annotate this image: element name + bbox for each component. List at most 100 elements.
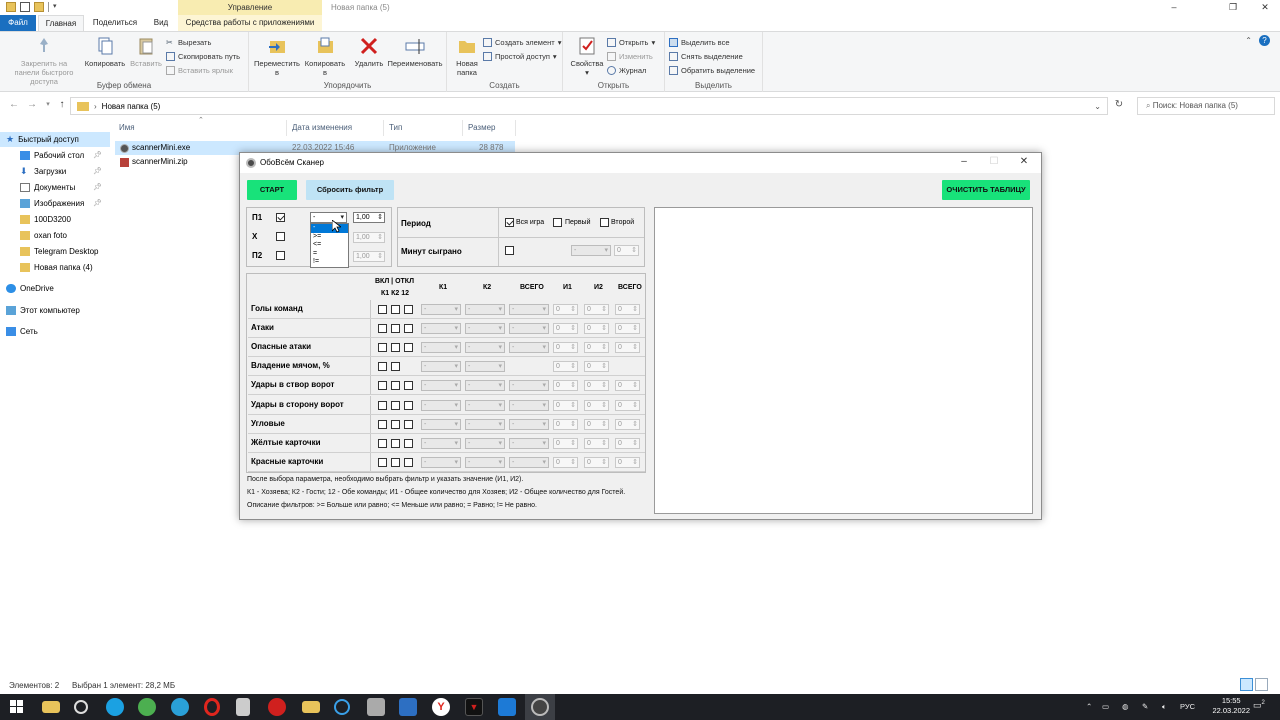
stat-filter-select[interactable]: - xyxy=(509,323,549,335)
stat-value-spinner[interactable]: 0 xyxy=(615,304,640,315)
stat-value-spinner[interactable]: 0 xyxy=(584,456,609,468)
stat-filter-select[interactable]: - xyxy=(509,342,549,354)
clear-table-button[interactable]: ОЧИСТИТЬ ТАБЛИЦУ xyxy=(942,180,1030,200)
stat-filter-select[interactable]: - xyxy=(421,437,461,449)
invert-selection-button[interactable]: Обратить выделение xyxy=(669,66,755,75)
telegram-icon[interactable] xyxy=(171,698,189,716)
open-button[interactable]: Открыть ▾ xyxy=(607,38,655,47)
tab-home[interactable]: Главная xyxy=(38,15,84,31)
edit-button[interactable]: Изменить xyxy=(607,52,653,61)
stat-value-spinner[interactable]: 0 xyxy=(584,361,609,373)
tab-view[interactable]: Вид xyxy=(146,15,176,31)
stat-toggle-checkbox[interactable] xyxy=(391,419,400,429)
stat-value-spinner[interactable]: 0 xyxy=(584,380,609,392)
stat-filter-select[interactable]: - xyxy=(421,380,461,392)
dropdown-option[interactable]: - xyxy=(311,224,348,233)
stat-toggle-checkbox[interactable] xyxy=(378,381,387,391)
stat-toggle-checkbox[interactable] xyxy=(378,324,387,334)
stat-toggle-checkbox[interactable] xyxy=(391,438,400,448)
outcome-value-p1[interactable]: 1,00 xyxy=(353,212,385,223)
stat-filter-select[interactable]: - xyxy=(465,380,505,392)
easy-access-button[interactable]: Простой доступ ▾ xyxy=(483,52,557,61)
pen-tray-icon[interactable]: ✎ xyxy=(1142,702,1148,711)
paste-button[interactable]: Вставить xyxy=(128,36,164,68)
stat-value-spinner[interactable]: 0 xyxy=(584,342,609,354)
stat-value-spinner[interactable]: 0 xyxy=(584,323,609,335)
stat-value-spinner[interactable]: 0 xyxy=(615,380,640,392)
period-checkbox-first[interactable] xyxy=(553,218,562,227)
stat-filter-select[interactable]: - xyxy=(465,361,505,373)
stat-value-spinner[interactable]: 0 xyxy=(615,342,640,354)
stat-toggle-checkbox[interactable] xyxy=(404,400,413,410)
dropdown-option[interactable]: = xyxy=(311,250,348,259)
minutes-value[interactable]: 0 xyxy=(614,245,639,256)
stat-toggle-checkbox[interactable] xyxy=(378,419,387,429)
recent-locations-icon[interactable]: ▾ xyxy=(42,99,54,111)
properties-icon[interactable] xyxy=(20,2,30,12)
collapse-ribbon-icon[interactable]: ⌃ xyxy=(1245,36,1252,45)
dropdown-option[interactable]: != xyxy=(311,258,348,267)
stat-filter-select[interactable]: - xyxy=(421,418,461,430)
stat-toggle-checkbox[interactable] xyxy=(404,457,413,467)
opera-icon[interactable] xyxy=(204,698,220,716)
search-taskbar-icon[interactable] xyxy=(74,700,88,714)
yandex-icon[interactable]: Y xyxy=(432,698,450,716)
stat-value-spinner[interactable]: 0 xyxy=(553,456,578,468)
stat-value-spinner[interactable]: 0 xyxy=(553,304,578,315)
stat-filter-select[interactable]: - xyxy=(421,323,461,335)
stat-toggle-checkbox[interactable] xyxy=(378,343,387,353)
stat-filter-select[interactable]: - xyxy=(509,380,549,392)
column-name[interactable]: Имя xyxy=(115,120,287,136)
stat-filter-select[interactable]: - xyxy=(465,342,505,354)
scanner-maximize-button[interactable]: ☐ xyxy=(987,156,1001,167)
stat-filter-select[interactable]: - xyxy=(465,437,505,449)
stat-filter-select[interactable]: - xyxy=(465,399,505,411)
nav-network[interactable]: Сеть xyxy=(0,324,110,339)
calculator-icon[interactable] xyxy=(236,698,250,716)
stat-filter-select[interactable]: - xyxy=(465,418,505,430)
minutes-played-checkbox[interactable] xyxy=(505,246,514,255)
close-button[interactable]: ✕ xyxy=(1250,0,1280,15)
stat-value-spinner[interactable]: 0 xyxy=(553,323,578,335)
stat-toggle-checkbox[interactable] xyxy=(391,362,400,372)
stat-toggle-checkbox[interactable] xyxy=(404,438,413,448)
edge-icon[interactable] xyxy=(106,698,124,716)
scanner-app-icon[interactable] xyxy=(531,698,549,716)
select-all-button[interactable]: Выделить все xyxy=(669,38,730,47)
tab-share[interactable]: Поделиться xyxy=(86,15,144,31)
stat-toggle-checkbox[interactable] xyxy=(391,381,400,391)
reset-filter-button[interactable]: Сбросить фильтр xyxy=(306,180,394,200)
stat-value-spinner[interactable]: 0 xyxy=(584,399,609,411)
stat-toggle-checkbox[interactable] xyxy=(404,419,413,429)
stat-toggle-checkbox[interactable] xyxy=(391,400,400,410)
stat-value-spinner[interactable]: 0 xyxy=(615,437,640,449)
dropdown-option[interactable]: >= xyxy=(311,233,348,242)
stat-toggle-checkbox[interactable] xyxy=(404,381,413,391)
stat-value-spinner[interactable]: 0 xyxy=(584,437,609,449)
stat-filter-select[interactable]: - xyxy=(465,304,505,315)
cut-button[interactable]: ✂ Вырезать xyxy=(166,38,211,47)
stat-filter-select[interactable]: - xyxy=(465,323,505,335)
nav-documents[interactable]: Документы 📌︎ xyxy=(0,180,110,195)
start-button[interactable]: СТАРТ xyxy=(247,180,297,200)
stat-value-spinner[interactable]: 0 xyxy=(553,380,578,392)
stat-filter-select[interactable]: - xyxy=(421,342,461,354)
stat-toggle-checkbox[interactable] xyxy=(378,457,387,467)
chrome-icon[interactable] xyxy=(138,698,156,716)
copy-path-button[interactable]: Скопировать путь xyxy=(166,52,240,61)
stat-filter-select[interactable]: - xyxy=(421,361,461,373)
nav-folder-100d3200[interactable]: 100D3200 xyxy=(0,212,110,227)
forward-icon[interactable]: → xyxy=(26,99,38,111)
period-checkbox-second[interactable] xyxy=(600,218,609,227)
nav-onedrive[interactable]: OneDrive xyxy=(0,281,110,296)
tab-file[interactable]: Файл xyxy=(0,15,36,31)
move-to-button[interactable]: Переместить в xyxy=(253,36,301,77)
scanner-close-button[interactable]: ✕ xyxy=(1017,156,1031,167)
help-icon[interactable]: ? xyxy=(1259,35,1270,46)
copy-button[interactable]: Копировать xyxy=(84,36,126,68)
stat-filter-select[interactable]: - xyxy=(421,399,461,411)
large-icons-view-icon[interactable] xyxy=(1255,678,1268,691)
folder-taskbar-icon[interactable] xyxy=(302,701,320,713)
stat-filter-select[interactable]: - xyxy=(421,456,461,468)
nav-folder-telegram[interactable]: Telegram Desktop xyxy=(0,244,110,259)
